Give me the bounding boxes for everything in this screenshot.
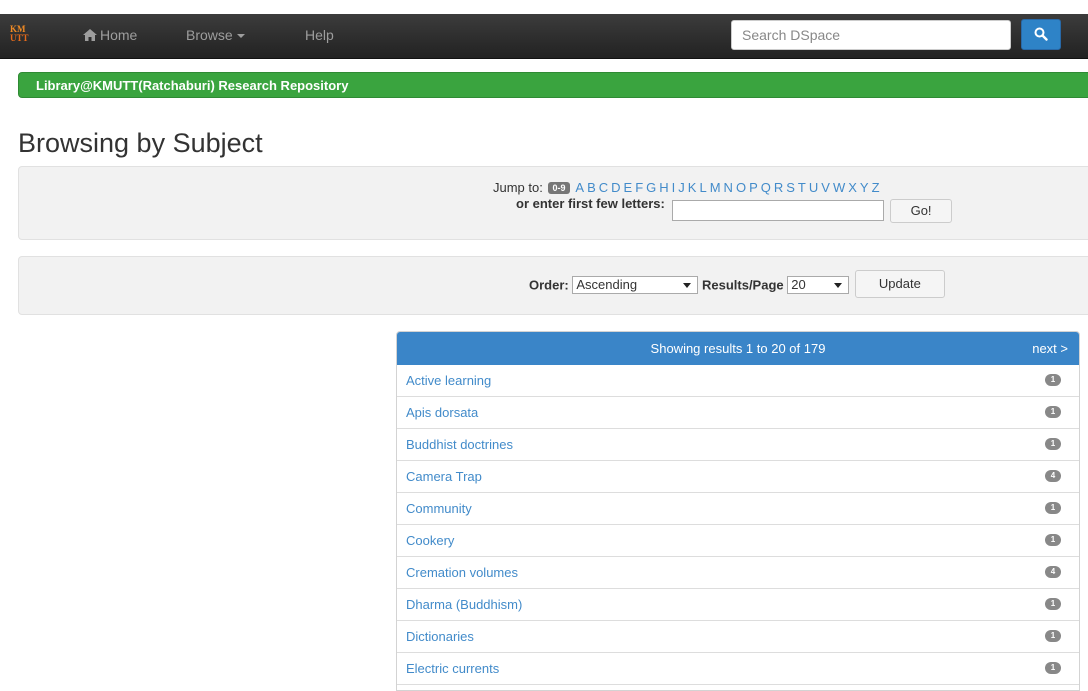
subject-link[interactable]: Dharma (Buddhism) [406,597,522,612]
jump-letter-link[interactable]: Z [872,180,880,195]
search-input[interactable] [731,20,1011,50]
sort-options-panel: Order: Ascending Results/Page 20 Update [18,256,1088,315]
item-count-badge: 1 [1045,374,1061,386]
jump-letter-link[interactable]: U [809,180,818,195]
jump-letter-link[interactable]: Q [761,180,771,195]
nav-help-label: Help [305,27,334,43]
repository-banner: Library@KMUTT(Ratchaburi) Research Repos… [18,72,1088,98]
next-page-link[interactable]: next > [1032,341,1068,356]
order-select-value: Ascending [576,277,638,293]
subject-link[interactable]: Community [406,501,472,516]
brand-logo[interactable]: KM UTT [10,25,34,47]
order-select[interactable]: Ascending [572,276,699,295]
list-item: Cremation volumes 4 [397,557,1079,589]
results-per-page-label: Results/Page [701,277,784,293]
nav-home-label: Home [100,27,138,43]
list-item: Dictionaries 1 [397,621,1079,653]
subject-link[interactable]: Cremation volumes [406,565,518,580]
jump-letter-link[interactable]: W [833,180,845,195]
list-item: Apis dorsata 1 [397,397,1079,429]
starts-with-input[interactable] [672,200,885,221]
jump-letter-link[interactable]: A [575,180,584,195]
list-item: Camera Trap 4 [397,461,1079,493]
results-per-page-select[interactable]: 20 [787,276,850,295]
update-button[interactable]: Update [854,270,945,298]
search-button[interactable] [1021,19,1061,50]
repository-name-link[interactable]: Library@KMUTT(Ratchaburi) Research Repos… [36,78,348,93]
top-navbar: KM UTT Home Browse Help [0,14,1088,59]
item-count-badge: 1 [1045,502,1061,514]
list-item: Cookery 1 [397,525,1079,557]
jump-letter-link[interactable]: X [848,180,857,195]
list-item: Dharma (Buddhism) 1 [397,589,1079,621]
jump-digits-link[interactable]: 0-9 [548,182,570,194]
jump-to-panel: Jump to: 0-9 ABCDEFGHIJKLMNOPQRSTUVWXYZ … [18,166,1088,240]
starts-with-row: or enter first few letters: Go! [516,196,953,224]
jump-letter-link[interactable]: P [749,180,758,195]
dropdown-arrow-icon [683,283,692,289]
jump-letter-link[interactable]: T [798,180,806,195]
search-icon [1034,27,1048,41]
item-count-badge: 1 [1045,438,1061,450]
subject-link[interactable]: Camera Trap [406,469,482,484]
nav-browse-dropdown[interactable]: Browse [186,27,245,43]
results-list: Active learning 1 Apis dorsata 1 Buddhist do… [397,365,1079,685]
list-item: Community 1 [397,493,1079,525]
order-label: Order: [529,277,569,293]
results-count-text: Showing results 1 to 20 of 179 [650,341,826,356]
jump-to-label: Jump to: [493,180,543,195]
jump-letter-link[interactable]: O [736,180,746,195]
jump-letter-link[interactable]: I [672,180,676,195]
subject-link[interactable]: Active learning [406,373,491,388]
go-button[interactable]: Go! [890,199,953,223]
jump-letter-link[interactable]: M [710,180,721,195]
page-title: Browsing by Subject [18,128,263,158]
subject-link[interactable]: Cookery [406,533,454,548]
sort-options-row: Order: Ascending Results/Page 20 Update [529,270,945,300]
nav-home-link[interactable]: Home [83,27,137,43]
subject-link[interactable]: Buddhist doctrines [406,437,513,452]
results-header: Showing results 1 to 20 of 179 next > [397,332,1079,365]
item-count-badge: 1 [1045,598,1061,610]
item-count-badge: 1 [1045,534,1061,546]
results-panel: Showing results 1 to 20 of 179 next > Ac… [396,331,1080,691]
results-per-page-value: 20 [791,277,806,293]
item-count-badge: 1 [1045,406,1061,418]
jump-letter-link[interactable]: C [599,180,608,195]
jump-letter-link[interactable]: J [678,180,685,195]
dropdown-arrow-icon [834,283,843,289]
jump-letter-link[interactable]: G [646,180,656,195]
subject-link[interactable]: Apis dorsata [406,405,478,420]
jump-letter-link[interactable]: L [699,180,706,195]
brand-logo-bottom: UTT [10,33,29,43]
jump-to-row: Jump to: 0-9 ABCDEFGHIJKLMNOPQRSTUVWXYZ [493,180,883,195]
jump-letter-link[interactable]: V [821,180,830,195]
home-icon [83,29,97,41]
chevron-down-icon [236,34,245,38]
jump-letter-link[interactable]: D [611,180,620,195]
subject-link[interactable]: Electric currents [406,661,499,676]
jump-letter-link[interactable]: N [724,180,733,195]
jump-letter-link[interactable]: Y [860,180,869,195]
jump-letter-link[interactable]: K [688,180,697,195]
jump-letter-link[interactable]: R [774,180,783,195]
item-count-badge: 1 [1045,630,1061,642]
jump-letter-link[interactable]: B [587,180,596,195]
nav-help-link[interactable]: Help [305,27,334,43]
list-item: Buddhist doctrines 1 [397,429,1079,461]
jump-letters: ABCDEFGHIJKLMNOPQRSTUVWXYZ [575,180,882,195]
nav-browse-label: Browse [186,27,233,43]
jump-letter-link[interactable]: F [635,180,643,195]
list-item: Electric currents 1 [397,653,1079,685]
subject-link[interactable]: Dictionaries [406,629,474,644]
jump-letter-link[interactable]: H [659,180,668,195]
list-item: Active learning 1 [397,365,1079,397]
starts-with-label: or enter first few letters: [516,196,665,211]
item-count-badge: 1 [1045,662,1061,674]
item-count-badge: 4 [1045,566,1061,578]
jump-letter-link[interactable]: E [624,180,633,195]
item-count-badge: 4 [1045,470,1061,482]
jump-letter-link[interactable]: S [786,180,795,195]
